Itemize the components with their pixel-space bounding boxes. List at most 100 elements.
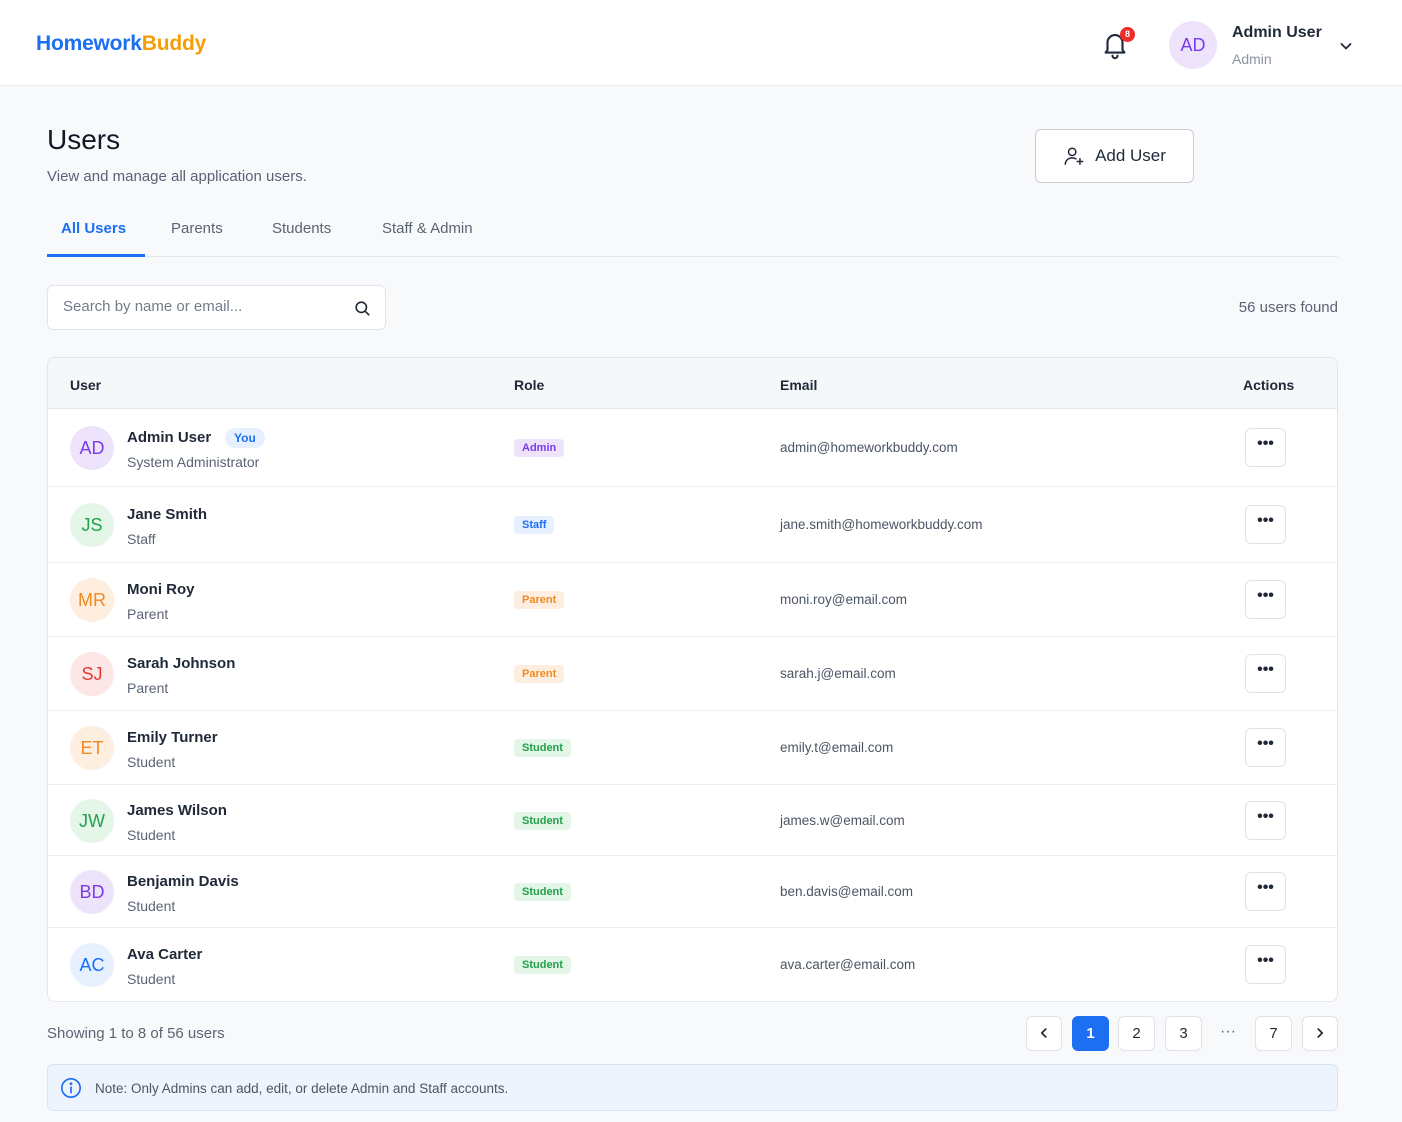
you-badge: You xyxy=(225,428,265,448)
more-actions-button[interactable]: ••• xyxy=(1245,944,1286,984)
role-badge: Parent xyxy=(514,665,565,683)
more-actions-button[interactable]: ••• xyxy=(1245,428,1286,467)
user-subtitle: Parent xyxy=(127,680,169,696)
more-actions-button[interactable]: ••• xyxy=(1245,872,1286,911)
more-actions-button[interactable]: ••• xyxy=(1245,505,1286,544)
pagination-summary: Showing 1 to 8 of 56 users xyxy=(47,1025,225,1042)
column-header-actions: Actions xyxy=(1243,377,1295,393)
user-name[interactable]: Jane Smith xyxy=(127,506,207,523)
user-email: admin@homeworkbuddy.com xyxy=(780,440,958,455)
table-row[interactable]: AC Ava Carter Student Student ava.carter@ema… xyxy=(48,928,1337,1001)
results-count: 56 users found xyxy=(1238,299,1338,316)
avatar: MR xyxy=(70,578,114,622)
more-actions-button[interactable]: ••• xyxy=(1245,580,1286,619)
search-box xyxy=(47,285,386,330)
page-title: Users xyxy=(47,124,121,155)
avatar: SJ xyxy=(70,652,114,696)
search-icon[interactable] xyxy=(353,299,372,318)
avatar: JW xyxy=(70,798,114,843)
add-user-label: Add User xyxy=(1095,146,1166,165)
role-badge: Student xyxy=(514,955,571,974)
info-note: Note: Only Admins can add, edit, or dele… xyxy=(47,1064,1338,1111)
tab-all-users[interactable]: All Users xyxy=(61,220,126,237)
table-row[interactable]: JS Jane Smith Staff Staff jane.smith@homewor… xyxy=(48,487,1337,563)
column-header-user: User xyxy=(70,377,102,393)
table-row[interactable]: ET Emily Turner Student Student emily.t@emai… xyxy=(48,711,1337,785)
user-name[interactable]: Admin User xyxy=(127,429,211,446)
user-email: ava.carter@email.com xyxy=(780,956,916,972)
avatar[interactable]: AD xyxy=(1169,21,1217,69)
chevron-down-icon[interactable] xyxy=(1338,38,1354,54)
role-badge: Parent xyxy=(514,591,565,609)
table-row[interactable]: MR Moni Roy Parent Parent moni.roy@email.com… xyxy=(48,563,1337,637)
pagination-ellipsis: ··· xyxy=(1220,1023,1236,1040)
avatar: ET xyxy=(70,726,114,770)
table-row[interactable]: JW James Wilson Student Student james.w@emai… xyxy=(48,785,1337,856)
more-actions-button[interactable]: ••• xyxy=(1245,728,1286,767)
table-row[interactable]: SJ Sarah Johnson Parent Parent sarah.j@email… xyxy=(48,637,1337,711)
user-name[interactable]: Emily Turner xyxy=(127,729,218,746)
user-subtitle: System Administrator xyxy=(127,454,260,470)
column-header-email: Email xyxy=(780,377,818,393)
user-email: jane.smith@homeworkbuddy.com xyxy=(780,517,983,532)
current-user-name[interactable]: Admin User xyxy=(1232,24,1322,42)
role-badge: Staff xyxy=(514,516,555,534)
chevron-left-icon xyxy=(1040,1028,1047,1038)
more-actions-button[interactable]: ••• xyxy=(1245,800,1286,840)
page-button-1[interactable]: 1 xyxy=(1072,1016,1109,1051)
brand-logo[interactable]: HomeworkBuddy xyxy=(36,32,206,56)
user-email: sarah.j@email.com xyxy=(780,666,896,681)
add-user-icon xyxy=(1064,147,1084,165)
add-user-button[interactable]: Add User xyxy=(1035,129,1194,183)
page-button-7[interactable]: 7 xyxy=(1255,1016,1292,1051)
chevron-right-icon xyxy=(1317,1028,1324,1038)
user-name[interactable]: Moni Roy xyxy=(127,581,195,598)
avatar: BD xyxy=(70,870,114,914)
page-button-3[interactable]: 3 xyxy=(1165,1016,1202,1051)
role-badge: Student xyxy=(514,811,571,830)
user-email: ben.davis@email.com xyxy=(780,884,914,899)
tab-parents[interactable]: Parents xyxy=(171,220,223,237)
top-bar: HomeworkBuddy 8 AD Admin User Admin xyxy=(0,0,1402,86)
user-email: james.w@email.com xyxy=(780,812,905,828)
users-table: User Role Email Actions AD Admin User You S… xyxy=(47,357,1338,1002)
user-email: emily.t@email.com xyxy=(780,740,894,755)
user-subtitle: Student xyxy=(127,826,176,843)
user-name[interactable]: Benjamin Davis xyxy=(127,873,239,890)
role-badge: Student xyxy=(514,883,571,901)
current-user-role: Admin xyxy=(1232,51,1272,67)
prev-page-button[interactable] xyxy=(1026,1016,1062,1051)
avatar: JS xyxy=(70,503,114,547)
user-name[interactable]: James Wilson xyxy=(127,802,227,819)
column-header-role: Role xyxy=(514,377,545,393)
more-actions-button[interactable]: ••• xyxy=(1245,654,1286,693)
search-input[interactable] xyxy=(63,298,343,315)
tab-students[interactable]: Students xyxy=(272,220,331,237)
notification-badge: 8 xyxy=(1120,27,1135,42)
info-icon xyxy=(61,1078,81,1098)
user-name[interactable]: Sarah Johnson xyxy=(127,655,235,672)
table-row[interactable]: BD Benjamin Davis Student Student ben.davis@… xyxy=(48,856,1337,928)
table-row[interactable]: AD Admin User You System Administrator Admin… xyxy=(48,409,1337,487)
avatar: AC xyxy=(70,942,114,987)
user-subtitle: Staff xyxy=(127,531,156,547)
brand-logo-part2: Buddy xyxy=(141,32,207,55)
role-badge: Student xyxy=(514,739,571,757)
user-tabs: All Users Parents Students Staff & Admin xyxy=(47,206,1338,257)
avatar: AD xyxy=(70,426,114,470)
user-subtitle: Student xyxy=(127,898,176,914)
user-subtitle: Student xyxy=(127,970,176,987)
page-button-2[interactable]: 2 xyxy=(1118,1016,1155,1051)
role-badge: Admin xyxy=(514,439,565,457)
user-subtitle: Student xyxy=(127,754,176,770)
tab-staff-admin[interactable]: Staff & Admin xyxy=(382,220,473,237)
next-page-button[interactable] xyxy=(1302,1016,1338,1051)
user-email: moni.roy@email.com xyxy=(780,592,907,607)
page-subtitle: View and manage all application users. xyxy=(47,168,307,185)
info-note-text: Note: Only Admins can add, edit, or dele… xyxy=(95,1081,509,1096)
brand-logo-part1: Homework xyxy=(36,32,142,55)
active-tab-indicator xyxy=(47,254,145,257)
user-name[interactable]: Ava Carter xyxy=(127,946,202,963)
table-header: User Role Email Actions xyxy=(48,358,1337,409)
user-subtitle: Parent xyxy=(127,606,169,622)
